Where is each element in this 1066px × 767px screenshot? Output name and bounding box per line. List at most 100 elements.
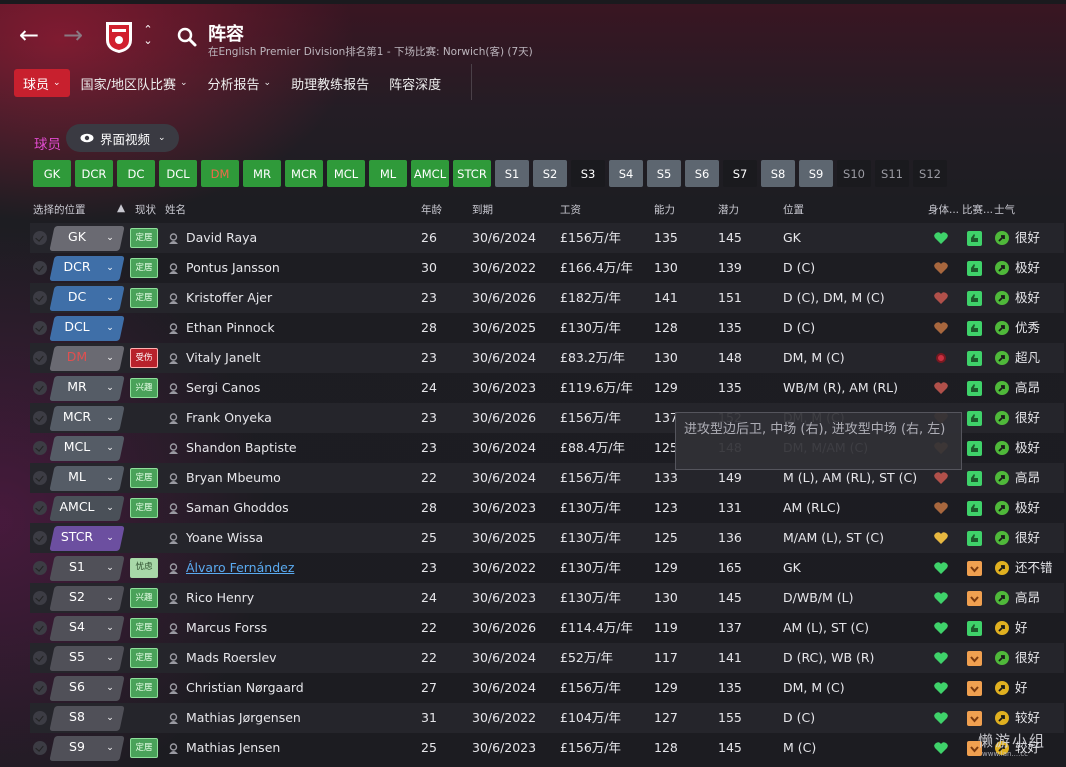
player-name[interactable]: Vitaly Janelt (186, 343, 261, 373)
player-profile-icon[interactable] (168, 653, 179, 664)
col-position[interactable]: 位置 (783, 202, 804, 217)
player-name[interactable]: Álvaro Fernández (186, 553, 294, 583)
position-chip-ml[interactable]: ML (369, 160, 407, 187)
player-profile-icon[interactable] (168, 473, 179, 484)
select-check-icon[interactable] (33, 591, 47, 605)
table-row[interactable]: DM ⌄ 受伤 Vitaly Janelt 23 30/6/2024 £83.2万/年 130… (30, 343, 1064, 373)
col-status[interactable]: 现状 (135, 202, 156, 217)
chevron-down-icon[interactable]: ⌄ (102, 288, 118, 308)
select-check-icon[interactable] (33, 471, 47, 485)
chevron-down-icon[interactable]: ⌄ (102, 348, 118, 368)
select-check-icon[interactable] (33, 351, 47, 365)
player-name[interactable]: Pontus Jansson (186, 253, 280, 283)
col-wage[interactable]: 工资 (560, 202, 581, 217)
player-name[interactable]: Bryan Mbeumo (186, 463, 281, 493)
position-chip-dm[interactable]: DM (201, 160, 239, 187)
chevron-down-icon[interactable]: ⌄ (102, 438, 118, 458)
sort-up-icon[interactable]: ▲ (117, 202, 125, 214)
select-check-icon[interactable] (33, 621, 47, 635)
select-check-icon[interactable] (33, 261, 47, 275)
player-profile-icon[interactable] (168, 683, 179, 694)
chevron-down-icon[interactable]: ⌄ (102, 528, 118, 548)
table-row[interactable]: S4 ⌄ 定居 Marcus Forss 22 30/6/2026 £114.4万/年 119… (30, 613, 1064, 643)
player-name[interactable]: Rico Henry (186, 583, 254, 613)
table-row[interactable]: DCR ⌄ 定居 Pontus Jansson 30 30/6/2022 £166.4万/年… (30, 253, 1064, 283)
player-name[interactable]: Saman Ghoddos (186, 493, 289, 523)
chevron-down-icon[interactable]: ⌄ (102, 498, 118, 518)
player-profile-icon[interactable] (168, 623, 179, 634)
club-switch-chevron-icon[interactable]: ⌃ ⌄ (140, 24, 156, 52)
back-arrow-icon[interactable]: ← (16, 23, 42, 50)
status-badge[interactable]: 定居 (130, 648, 158, 668)
chevron-down-icon[interactable]: ⌄ (102, 708, 118, 728)
search-icon[interactable] (176, 26, 198, 48)
select-check-icon[interactable] (33, 681, 47, 695)
chevron-down-icon[interactable]: ⌄ (102, 408, 118, 428)
player-profile-icon[interactable] (168, 713, 179, 724)
status-badge[interactable]: 受伤 (130, 348, 158, 368)
status-badge[interactable]: 兴趣 (130, 378, 158, 398)
position-chip-s1[interactable]: S1 (495, 160, 529, 187)
table-row[interactable]: S5 ⌄ 定居 Mads Roerslev 22 30/6/2024 £52万/年 117 14… (30, 643, 1064, 673)
chevron-down-icon[interactable]: ⌄ (102, 648, 118, 668)
chevron-down-icon[interactable]: ⌄ (102, 738, 118, 758)
chevron-down-icon[interactable]: ⌄ (102, 678, 118, 698)
col-ability[interactable]: 能力 (654, 202, 675, 217)
player-name[interactable]: Yoane Wissa (186, 523, 263, 553)
position-chip-s6[interactable]: S6 (685, 160, 719, 187)
player-name[interactable]: Christian Nørgaard (186, 673, 304, 703)
position-chip-s9[interactable]: S9 (799, 160, 833, 187)
select-check-icon[interactable] (33, 651, 47, 665)
chevron-down-icon[interactable]: ⌄ (102, 588, 118, 608)
status-badge[interactable]: 定居 (130, 678, 158, 698)
position-chip-stcr[interactable]: STCR (453, 160, 491, 187)
position-chip-s2[interactable]: S2 (533, 160, 567, 187)
col-age[interactable]: 年龄 (421, 202, 442, 217)
table-row[interactable]: S6 ⌄ 定居 Christian Nørgaard 27 30/6/2024 £156万/… (30, 673, 1064, 703)
player-name[interactable]: Sergi Canos (186, 373, 260, 403)
player-name[interactable]: Frank Onyeka (186, 403, 272, 433)
status-badge[interactable]: 定居 (130, 228, 158, 248)
table-row[interactable]: STCR ⌄ Yoane Wissa 25 30/6/2025 £130万/年 125 136… (30, 523, 1064, 553)
player-profile-icon[interactable] (168, 593, 179, 604)
view-dropdown-button[interactable]: 界面视频 ⌄ (66, 124, 179, 152)
select-check-icon[interactable] (33, 441, 47, 455)
chevron-down-icon[interactable]: ⌄ (102, 378, 118, 398)
position-chip-s11[interactable]: S11 (875, 160, 909, 187)
position-chip-s3[interactable]: S3 (571, 160, 605, 187)
col-morale[interactable]: 士气 (994, 202, 1015, 217)
col-potential[interactable]: 潜力 (718, 202, 739, 217)
table-row[interactable]: DC ⌄ 定居 Kristoffer Ajer 23 30/6/2026 £182万/年 14… (30, 283, 1064, 313)
select-check-icon[interactable] (33, 741, 47, 755)
select-check-icon[interactable] (33, 321, 47, 335)
table-row[interactable]: DCL ⌄ Ethan Pinnock 28 30/6/2025 £130万/年 128 13… (30, 313, 1064, 343)
table-row[interactable]: S8 ⌄ Mathias Jørgensen 31 30/6/2022 £104万/年 12… (30, 703, 1064, 733)
chevron-down-icon[interactable]: ⌄ (102, 618, 118, 638)
col-expires[interactable]: 到期 (472, 202, 493, 217)
player-profile-icon[interactable] (168, 563, 179, 574)
table-row[interactable]: S1 ⌄ 忧虑 Álvaro Fernández 23 30/6/2022 £130万/年 1… (30, 553, 1064, 583)
chevron-down-icon[interactable]: ⌄ (102, 468, 118, 488)
player-profile-icon[interactable] (168, 263, 179, 274)
player-name[interactable]: David Raya (186, 223, 257, 253)
table-row[interactable]: GK ⌄ 定居 David Raya 26 30/6/2024 £156万/年 135 145 G… (30, 223, 1064, 253)
table-row[interactable]: MR ⌄ 兴趣 Sergi Canos 24 30/6/2023 £119.6万/年 129 1… (30, 373, 1064, 403)
player-name[interactable]: Shandon Baptiste (186, 433, 297, 463)
position-chip-s7[interactable]: S7 (723, 160, 757, 187)
table-row[interactable]: S2 ⌄ 兴趣 Rico Henry 24 30/6/2023 £130万/年 130 145 D… (30, 583, 1064, 613)
select-check-icon[interactable] (33, 291, 47, 305)
menu-item[interactable]: 助理教练报告 (282, 69, 378, 97)
select-check-icon[interactable] (33, 561, 47, 575)
position-chip-mcr[interactable]: MCR (285, 160, 323, 187)
status-badge[interactable]: 定居 (130, 258, 158, 278)
position-chip-s5[interactable]: S5 (647, 160, 681, 187)
position-chip-gk[interactable]: GK (33, 160, 71, 187)
position-chip-s4[interactable]: S4 (609, 160, 643, 187)
menu-item[interactable]: 国家/地区队比赛 ⌄ (72, 69, 197, 97)
select-check-icon[interactable] (33, 531, 47, 545)
player-name[interactable]: Mathias Jensen (186, 733, 280, 763)
select-check-icon[interactable] (33, 231, 47, 245)
col-condition[interactable]: 身体... (928, 202, 959, 217)
position-chip-s12[interactable]: S12 (913, 160, 947, 187)
forward-arrow-icon[interactable]: → (60, 23, 86, 50)
